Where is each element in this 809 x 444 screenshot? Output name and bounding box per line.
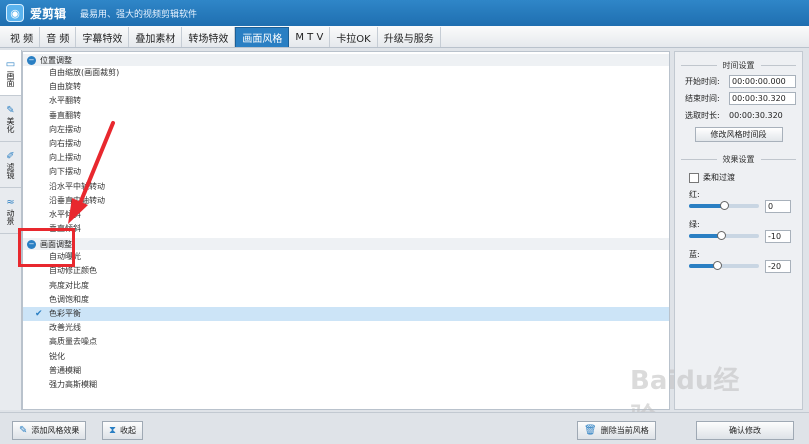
- list-item[interactable]: 色调饱和度: [23, 293, 669, 307]
- blue-value-field[interactable]: -20: [765, 259, 791, 273]
- side-tab-filter[interactable]: ✐ 滤镜: [0, 142, 21, 188]
- list-item[interactable]: 强力高斯模糊: [23, 378, 669, 392]
- list-item[interactable]: 普通模糊: [23, 364, 669, 378]
- hourglass-icon: ⧗: [109, 425, 117, 436]
- brush-icon: ✐: [6, 150, 15, 162]
- blue-label: 蓝:: [689, 250, 700, 259]
- tab-subtitle-effects[interactable]: 字幕特效: [76, 27, 130, 47]
- green-label: 绿:: [689, 220, 700, 229]
- blue-slider[interactable]: [689, 261, 759, 270]
- red-label: 红:: [689, 190, 700, 199]
- green-slider[interactable]: [689, 231, 759, 240]
- title-bar: ◉ 爱剪辑 最易用、强大的视频剪辑软件: [0, 0, 809, 26]
- list-item[interactable]: 向左摆动: [23, 123, 669, 137]
- time-settings-title: 时间设置: [675, 58, 802, 72]
- tab-video[interactable]: 视 频: [4, 27, 41, 47]
- confirm-button[interactable]: 确认修改: [696, 421, 794, 440]
- list-item[interactable]: 垂直翻转: [23, 109, 669, 123]
- list-item[interactable]: 自动修正颜色: [23, 264, 669, 278]
- side-tab-beautify[interactable]: ✎ 美化: [0, 96, 21, 142]
- end-time-row: 结束时间: 00:00:30.320: [685, 90, 802, 106]
- wand-icon: ✎: [19, 425, 28, 436]
- green-value-field[interactable]: -10: [765, 229, 791, 243]
- check-icon: ✔: [35, 309, 43, 319]
- red-slider-thumb[interactable]: [720, 201, 729, 210]
- side-tab-motion[interactable]: ≈ 动景: [0, 188, 21, 234]
- collapse-icon[interactable]: −: [27, 239, 36, 249]
- group-title: 位置调整: [40, 55, 72, 65]
- main-tab-bar: 视 频 音 频 字幕特效 叠加素材 转场特效 画面风格 M T V 卡拉OK 升…: [0, 26, 809, 48]
- end-time-label: 结束时间:: [685, 93, 720, 103]
- duration-value: 00:00:30.320: [729, 110, 783, 120]
- tab-transitions[interactable]: 转场特效: [182, 27, 236, 47]
- app-slogan: 最易用、强大的视频剪辑软件: [80, 9, 198, 20]
- list-item-label: 色彩平衡: [49, 309, 81, 318]
- tab-karaoke[interactable]: 卡拉OK: [330, 27, 378, 47]
- app-name: 爱剪辑: [30, 6, 67, 21]
- add-style-button[interactable]: ✎ 添加风格效果: [12, 421, 87, 440]
- collapse-icon[interactable]: −: [27, 55, 36, 65]
- list-item[interactable]: 高质量去噪点: [23, 335, 669, 349]
- list-item[interactable]: 自由旋转: [23, 80, 669, 94]
- screen-icon: ▭: [5, 58, 16, 70]
- red-slider-row: 0: [689, 199, 802, 213]
- wave-icon: ≈: [6, 196, 15, 208]
- list-item[interactable]: 自由缩放(画面裁剪): [23, 66, 669, 80]
- list-item[interactable]: 锐化: [23, 350, 669, 364]
- list-item[interactable]: 向右摆动: [23, 137, 669, 151]
- tab-picture-style[interactable]: 画面风格: [235, 27, 290, 47]
- wand-icon: ✎: [6, 104, 15, 116]
- start-time-field[interactable]: 00:00:00.000: [729, 74, 796, 88]
- list-item[interactable]: 向上摆动: [23, 151, 669, 165]
- blue-slider-thumb[interactable]: [713, 261, 722, 270]
- group-header-picture-adjust[interactable]: − 画面调整: [23, 238, 669, 251]
- bottom-bar: ✎ 添加风格效果 ⧗ 收起 🗑 删除当前风格 确认修改: [0, 412, 809, 444]
- list-item[interactable]: 向下摆动: [23, 165, 669, 179]
- list-item[interactable]: 水平翻转: [23, 94, 669, 108]
- start-time-label: 开始时间:: [685, 76, 720, 86]
- green-slider-thumb[interactable]: [716, 231, 726, 240]
- list-item[interactable]: 沿水平中轴转动: [23, 180, 669, 194]
- list-item[interactable]: 亮度对比度: [23, 279, 669, 293]
- list-item[interactable]: 自动曝光: [23, 250, 669, 264]
- collapse-button[interactable]: ⧗ 收起: [102, 421, 144, 440]
- tab-upgrade-service[interactable]: 升级与服务: [378, 27, 441, 47]
- red-value-field[interactable]: 0: [765, 199, 791, 213]
- tab-audio[interactable]: 音 频: [40, 27, 77, 47]
- list-item[interactable]: 水平倾斜: [23, 208, 669, 222]
- soft-transition-checkbox[interactable]: [689, 172, 699, 183]
- trash-icon: 🗑: [584, 425, 597, 436]
- group-title: 画面调整: [40, 239, 72, 249]
- list-item[interactable]: 沿垂直中轴转动: [23, 194, 669, 208]
- blue-slider-row: -20: [689, 259, 802, 273]
- red-slider[interactable]: [689, 201, 759, 210]
- tab-overlay-materials[interactable]: 叠加素材: [129, 27, 183, 47]
- end-time-field[interactable]: 00:00:30.320: [729, 91, 796, 105]
- green-slider-row: -10: [689, 229, 802, 243]
- list-item[interactable]: 垂直倾斜: [23, 222, 669, 236]
- list-item[interactable]: 改善光线: [23, 321, 669, 335]
- delete-style-button[interactable]: 🗑 删除当前风格: [577, 421, 656, 440]
- soft-transition-row[interactable]: 柔和过渡: [689, 172, 802, 183]
- duration-label: 选取时长:: [685, 110, 720, 120]
- settings-panel: 时间设置 开始时间: 00:00:00.000 结束时间: 00:00:30.3…: [674, 51, 803, 410]
- style-list: − 位置调整 自由缩放(画面裁剪) 自由旋转 水平翻转 垂直翻转 向左摆动 向右…: [22, 51, 670, 410]
- duration-row: 选取时长: 00:00:30.320: [685, 107, 802, 123]
- side-tab-picture[interactable]: ▭ 画面: [0, 50, 21, 96]
- modify-time-button[interactable]: 修改风格时间段: [694, 127, 783, 142]
- side-tab-bar: ▭ 画面 ✎ 美化 ✐ 滤镜 ≈ 动景: [0, 50, 22, 410]
- group-header-position[interactable]: − 位置调整: [23, 54, 669, 66]
- start-time-row: 开始时间: 00:00:00.000: [685, 73, 802, 89]
- film-reel-icon: ◉: [6, 4, 24, 22]
- effect-settings-title: 效果设置: [675, 152, 802, 166]
- list-item-selected[interactable]: ✔ 色彩平衡: [23, 307, 669, 322]
- tab-mtv[interactable]: M T V: [289, 27, 331, 47]
- soft-transition-label: 柔和过渡: [703, 173, 735, 182]
